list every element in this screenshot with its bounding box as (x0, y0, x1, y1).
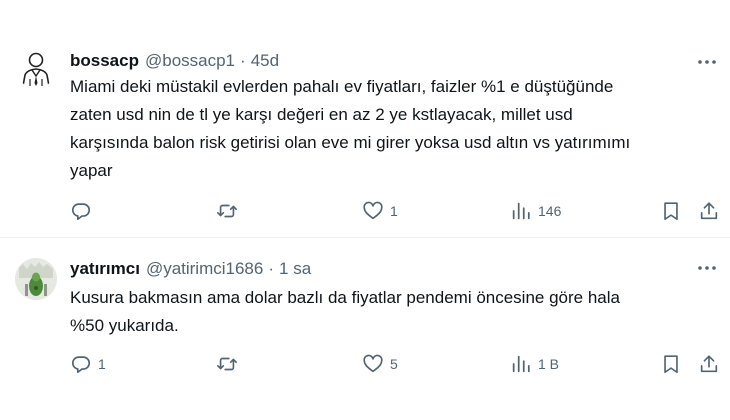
views-icon (512, 202, 530, 220)
heart-icon (363, 201, 383, 220)
retweet-button[interactable] (216, 350, 244, 378)
action-bar: 1 146 (70, 197, 720, 225)
reply-count: 1 (98, 356, 106, 372)
retweet-icon (217, 204, 237, 218)
reply-icon (71, 203, 91, 221)
views-count: 1 B (538, 356, 560, 372)
profile-photo-icon (15, 258, 57, 300)
retweet-button[interactable] (216, 197, 244, 225)
tweet-text: Kusura bakmasın ama dolar bazlı da fiyat… (70, 288, 620, 335)
share-button[interactable] (698, 197, 720, 225)
display-name[interactable]: bossacp (70, 51, 139, 71)
more-options-button[interactable] (694, 52, 720, 72)
user-silhouette-icon (22, 52, 50, 87)
views-button[interactable]: 1 B (510, 350, 559, 378)
timestamp[interactable]: 1 sa (279, 259, 311, 279)
views-icon (512, 355, 530, 373)
separator: · (268, 259, 275, 278)
bookmark-icon (664, 355, 678, 374)
bookmark-icon (664, 202, 678, 221)
share-button[interactable] (698, 350, 720, 378)
more-icon (698, 266, 716, 270)
tweet[interactable]: bossacp @bossacp1 · 45d Miami deki müsta… (0, 0, 730, 237)
user-handle[interactable]: @yatirimci1686 (146, 259, 263, 279)
share-icon (700, 355, 718, 373)
more-icon (698, 60, 716, 64)
views-button[interactable]: 146 (510, 197, 561, 225)
user-handle[interactable]: @bossacp1 (145, 51, 235, 71)
tweet-header: bossacp @bossacp1 · 45d (70, 49, 279, 73)
reply-button[interactable] (70, 197, 98, 225)
reply-button[interactable]: 1 (70, 350, 106, 378)
timestamp[interactable]: 45d (251, 51, 279, 71)
bookmark-button[interactable] (660, 350, 682, 378)
tweet-header: yatırımcı @yatirimci1686 · 1 sa (70, 257, 311, 281)
like-button[interactable]: 5 (362, 350, 398, 378)
display-name[interactable]: yatırımcı (70, 259, 140, 279)
avatar[interactable] (15, 46, 57, 88)
like-button[interactable]: 1 (362, 197, 398, 225)
tweet-text: Miami deki müstakil evlerden pahalı ev f… (70, 77, 631, 180)
separator: · (240, 51, 246, 70)
like-count: 1 (390, 203, 398, 219)
more-options-button[interactable] (694, 258, 720, 278)
retweet-icon (217, 357, 237, 371)
bookmark-button[interactable] (660, 197, 682, 225)
avatar[interactable] (15, 258, 57, 300)
like-count: 5 (390, 356, 398, 372)
heart-icon (363, 354, 383, 373)
action-bar: 1 5 1 B (70, 350, 720, 378)
views-count: 146 (538, 203, 562, 219)
share-icon (700, 202, 718, 220)
reply-icon (71, 356, 91, 374)
tweet[interactable]: yatırımcı @yatirimci1686 · 1 sa Kusura b… (0, 238, 730, 420)
